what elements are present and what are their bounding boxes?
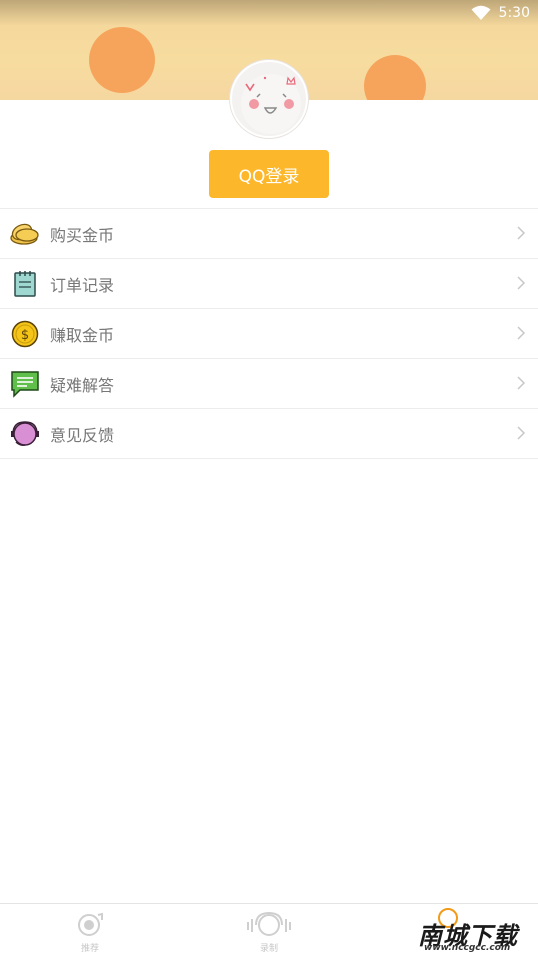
tab-label: 推荐 <box>80 944 99 954</box>
watermark-logo: 南城下载 www.nccgcc.com <box>414 908 538 956</box>
headphone-icon <box>246 911 292 940</box>
chevron-right-icon <box>517 376 526 390</box>
disc-icon <box>76 912 104 940</box>
banner-decoration-dot <box>89 27 155 93</box>
chevron-right-icon <box>517 276 526 290</box>
chevron-right-icon <box>517 326 526 340</box>
menu-item-label: 订单记录 <box>50 275 115 295</box>
svg-text:$: $ <box>21 328 29 343</box>
chevron-right-icon <box>517 426 526 440</box>
avatar[interactable] <box>230 60 308 138</box>
chat-bubble-icon <box>10 369 40 399</box>
tab-recommend[interactable]: 推荐 <box>30 904 150 956</box>
menu-item-faq[interactable]: 疑难解答 <box>0 359 538 409</box>
status-bar: 5:30 <box>471 4 530 22</box>
headset-icon <box>10 419 40 449</box>
menu-item-label: 赚取金币 <box>50 325 115 345</box>
coins-icon <box>10 219 40 249</box>
wifi-icon <box>471 5 491 21</box>
menu-item-earn-coins[interactable]: $ 赚取金币 <box>0 309 538 359</box>
menu-item-label: 疑难解答 <box>50 375 115 395</box>
status-time: 5:30 <box>498 5 530 21</box>
watermark-url: www.nccgcc.com <box>424 943 511 953</box>
menu-item-label: 意见反馈 <box>50 425 115 445</box>
notepad-icon <box>10 269 40 299</box>
default-avatar-face-icon <box>241 74 301 134</box>
menu-item-order-history[interactable]: 订单记录 <box>0 259 538 309</box>
status-bar-shade <box>0 0 538 26</box>
menu-item-buy-coins[interactable]: 购买金币 <box>0 209 538 259</box>
qq-login-button[interactable]: QQ登录 <box>209 150 329 198</box>
tab-record[interactable]: 录制 <box>209 904 329 956</box>
tab-label: 录制 <box>259 944 278 954</box>
menu-item-label: 购买金币 <box>50 225 115 245</box>
chevron-right-icon <box>517 226 526 240</box>
menu-item-feedback[interactable]: 意见反馈 <box>0 409 538 459</box>
menu-list: 购买金币 订单记录 $ 赚取金币 疑难解答 意见反馈 <box>0 208 538 459</box>
dollar-coin-icon: $ <box>10 319 40 349</box>
